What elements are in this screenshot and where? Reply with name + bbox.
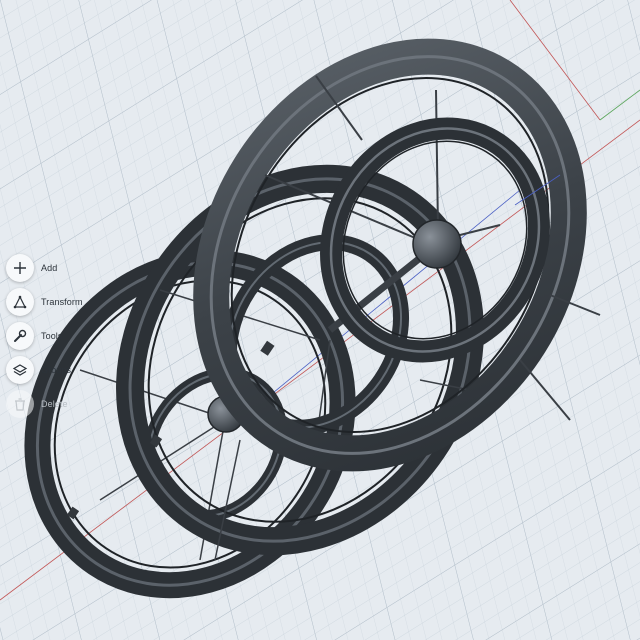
transform-label: Transform: [41, 297, 83, 307]
add-label: Add: [41, 263, 58, 273]
tools-label: Tools: [41, 331, 63, 341]
groups-button[interactable]: Groups: [6, 355, 71, 385]
delete-button[interactable]: Delete: [6, 389, 68, 419]
transform-icon: [6, 288, 34, 316]
delete-label: Delete: [41, 399, 68, 409]
trash-icon: [6, 390, 34, 418]
add-button[interactable]: Add: [6, 253, 57, 283]
layers-icon: [6, 356, 34, 384]
transform-button[interactable]: Transform: [6, 287, 83, 317]
wrench-icon: [6, 322, 34, 350]
tools-button[interactable]: Tools: [6, 321, 63, 351]
plus-icon: [6, 254, 34, 282]
3d-viewport[interactable]: [0, 0, 640, 640]
groups-label: Groups: [41, 365, 72, 375]
